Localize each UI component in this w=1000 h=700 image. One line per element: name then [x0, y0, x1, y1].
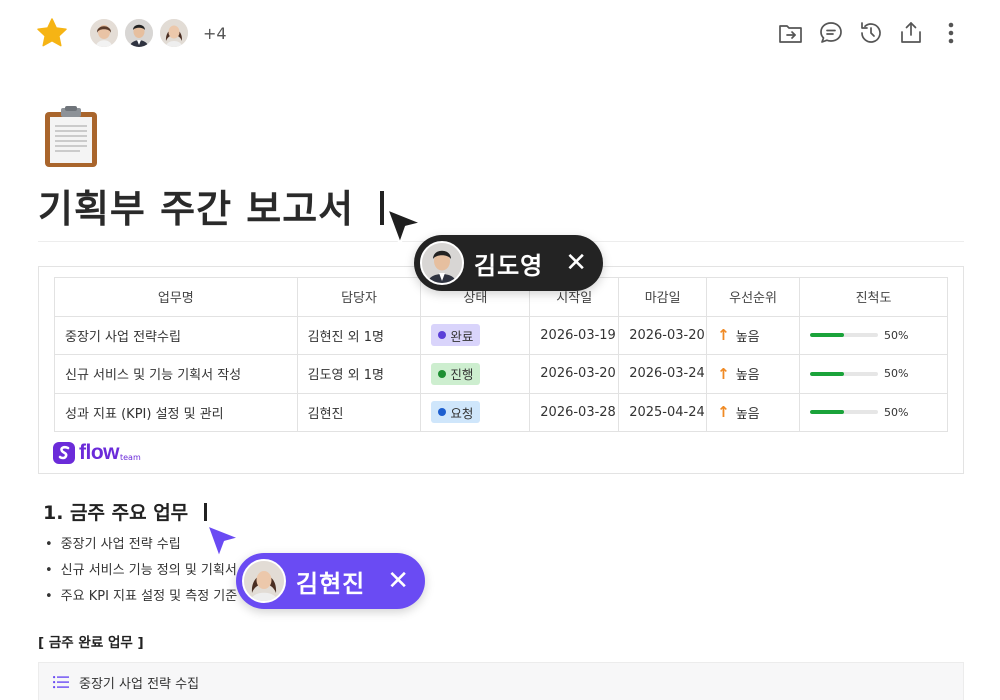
avatar	[420, 241, 464, 285]
column-header[interactable]: 담당자	[296, 277, 422, 317]
task-owner[interactable]: 김현진	[296, 392, 422, 432]
avatar	[242, 559, 286, 603]
status-badge[interactable]: 요청	[431, 401, 481, 424]
column-header[interactable]: 업무명	[54, 277, 298, 317]
history-icon[interactable]	[858, 19, 884, 47]
task-list-item[interactable]: 중장기 사업 전략 수집	[38, 662, 964, 700]
subheading[interactable]: [ 금주 완료 업무 ]	[38, 631, 144, 651]
embedded-task-table[interactable]: 업무명 담당자 상태 시작일 마감일 우선순위 진척도 중장기 사업 전략수립 …	[38, 266, 964, 474]
star-icon[interactable]	[36, 17, 68, 49]
column-header[interactable]: 마감일	[618, 277, 708, 317]
start-date[interactable]: 2026-03-19	[529, 315, 620, 355]
task-item-label: 중장기 사업 전략 수집	[79, 676, 200, 692]
task-priority[interactable]: ↑ 높음	[706, 315, 801, 355]
progress-fill	[810, 371, 845, 376]
top-bar: +4	[0, 0, 1000, 66]
task-table: 업무명 담당자 상태 시작일 마감일 우선순위 진척도 중장기 사업 전략수립 …	[54, 277, 948, 432]
progress-fill	[810, 333, 845, 338]
priority-label: 높음	[735, 368, 760, 384]
progress-bar	[810, 371, 879, 376]
avatar[interactable]	[88, 17, 120, 49]
progress-label: 50%	[884, 367, 909, 381]
task-name[interactable]: 성과 지표 (KPI) 설정 및 관리	[54, 392, 298, 432]
status-dot	[438, 369, 447, 378]
arrow-up-icon: ↑	[717, 364, 730, 383]
status-dot	[438, 408, 447, 417]
avatar[interactable]	[158, 17, 190, 49]
more-vertical-icon[interactable]	[938, 19, 964, 47]
arrow-up-icon: ↑	[717, 326, 730, 345]
status-label: 진행	[450, 367, 474, 383]
due-date[interactable]: 2026-03-24	[618, 354, 708, 394]
task-status[interactable]: 진행	[420, 354, 531, 394]
document-title[interactable]: 기획부 주간 보고서	[38, 178, 385, 233]
status-dot	[438, 331, 447, 340]
progress-bar	[810, 410, 879, 415]
cursor-arrow-icon	[205, 523, 242, 560]
text-caret	[204, 503, 208, 521]
task-name[interactable]: 중장기 사업 전략수립	[54, 315, 298, 355]
start-date[interactable]: 2026-03-28	[529, 392, 620, 432]
close-icon[interactable]: ✕	[387, 568, 409, 594]
list-item[interactable]: 주요 KPI 지표 설정 및 측정 기준 정	[45, 588, 254, 614]
flow-logo-text: flow	[79, 441, 120, 464]
column-header[interactable]: 진척도	[799, 277, 948, 317]
task-owner[interactable]: 김도영 외 1명	[296, 354, 422, 394]
progress-fill	[810, 410, 845, 415]
arrow-up-icon: ↑	[717, 403, 730, 422]
cursor-arrow-icon	[385, 207, 424, 246]
due-date[interactable]: 2026-03-20	[618, 315, 708, 355]
close-icon[interactable]: ✕	[565, 250, 587, 276]
extra-collaborators-count[interactable]: +4	[203, 24, 227, 43]
table-row[interactable]: 성과 지표 (KPI) 설정 및 관리 김현진 요청 2026-03-28 20…	[54, 392, 948, 432]
collaborator-cursor-label[interactable]: 김현진 ✕	[236, 553, 426, 609]
flow-logo: flow team	[53, 441, 141, 465]
task-progress[interactable]: 50%	[799, 354, 948, 394]
task-progress[interactable]: 50%	[799, 315, 948, 355]
table-row[interactable]: 신규 서비스 및 기능 기획서 작성 김도영 외 1명 진행 2026-03-2…	[54, 354, 948, 394]
status-label: 완료	[450, 328, 474, 344]
start-date[interactable]: 2026-03-20	[529, 354, 620, 394]
folder-move-icon[interactable]	[778, 19, 804, 47]
document-title-text[interactable]: 기획부 주간 보고서	[38, 187, 354, 231]
task-status[interactable]: 요청	[420, 392, 531, 432]
status-badge[interactable]: 진행	[431, 362, 481, 385]
due-date[interactable]: 2025-04-24	[618, 392, 708, 432]
task-priority[interactable]: ↑ 높음	[706, 392, 801, 432]
list-icon	[53, 675, 69, 689]
column-header[interactable]: 우선순위	[706, 277, 801, 317]
collaborator-name: 김도영	[474, 251, 544, 280]
status-label: 요청	[450, 405, 474, 421]
progress-label: 50%	[884, 328, 909, 342]
collaborator-name: 김현진	[296, 569, 366, 598]
section-heading-text[interactable]: 1. 금주 주요 업무	[43, 502, 188, 524]
progress-label: 50%	[884, 405, 909, 419]
clipboard-icon[interactable]	[42, 106, 100, 168]
comment-icon[interactable]	[818, 19, 844, 47]
task-priority[interactable]: ↑ 높음	[706, 354, 801, 394]
priority-label: 높음	[735, 406, 760, 422]
list-item[interactable]: 신규 서비스 기능 정의 및 기획서 작	[45, 562, 253, 588]
table-row[interactable]: 중장기 사업 전략수립 김현진 외 1명 완료 2026-03-19 2026-…	[54, 315, 948, 355]
task-progress[interactable]: 50%	[799, 392, 948, 432]
status-badge[interactable]: 완료	[431, 324, 481, 347]
flow-logo-icon	[53, 442, 75, 464]
collaborator-cursor-label[interactable]: 김도영 ✕	[414, 235, 604, 291]
share-icon[interactable]	[898, 19, 924, 47]
task-status[interactable]: 완료	[420, 315, 531, 355]
priority-label: 높음	[735, 329, 760, 345]
collaborator-avatars[interactable]: +4	[88, 17, 227, 49]
toolbar	[778, 19, 964, 47]
section-heading[interactable]: 1. 금주 주요 업무	[43, 498, 208, 525]
flow-logo-sub: team	[120, 452, 141, 462]
avatar[interactable]	[123, 17, 155, 49]
progress-bar	[810, 333, 879, 338]
task-name[interactable]: 신규 서비스 및 기능 기획서 작성	[54, 354, 298, 394]
task-owner[interactable]: 김현진 외 1명	[296, 315, 422, 355]
